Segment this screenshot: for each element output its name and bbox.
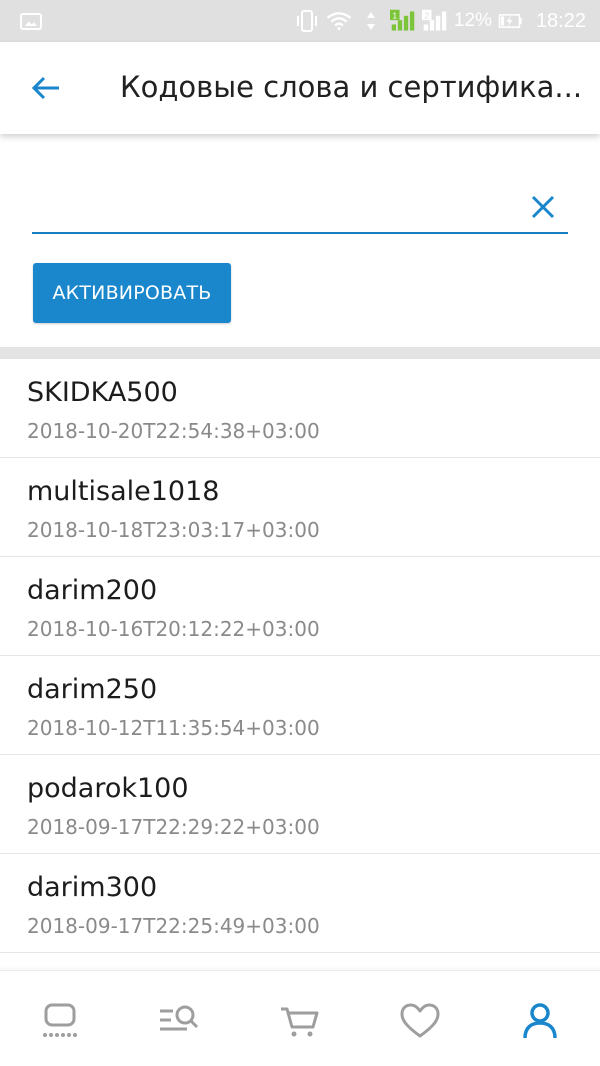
code-input-field bbox=[32, 180, 568, 234]
section-divider bbox=[0, 347, 600, 359]
battery-charging-icon bbox=[498, 8, 524, 34]
list-item[interactable]: podarok100 2018-09-17T22:29:22+03:00 bbox=[0, 755, 600, 854]
nav-favorites-button[interactable] bbox=[398, 999, 442, 1043]
code-date: 2018-10-20T22:54:38+03:00 bbox=[27, 419, 320, 443]
list-item[interactable]: darim250 2018-10-12T11:35:54+03:00 bbox=[0, 656, 600, 755]
gallery-notification-icon bbox=[20, 13, 42, 30]
battery-percent: 12% bbox=[453, 10, 492, 31]
nav-profile-button[interactable] bbox=[518, 999, 562, 1043]
status-icons: 1 2 12% 18:22 bbox=[294, 8, 586, 34]
code-name: multisale1018 bbox=[27, 476, 220, 507]
page-title: Кодовые слова и сертифика... bbox=[120, 70, 583, 104]
code-name: darim250 bbox=[27, 674, 158, 705]
sim2-label: 2 bbox=[424, 10, 429, 20]
list-item[interactable]: multisale1018 2018-10-18T23:03:17+03:00 bbox=[0, 458, 600, 557]
close-icon bbox=[531, 195, 555, 219]
code-date: 2018-09-17T22:25:49+03:00 bbox=[27, 914, 320, 938]
nav-catalog-search-button[interactable] bbox=[157, 999, 201, 1043]
code-name: darim300 bbox=[27, 872, 158, 903]
code-name: darim200 bbox=[27, 575, 158, 606]
cart-icon bbox=[281, 1007, 319, 1037]
profile-icon bbox=[523, 1003, 557, 1039]
code-date: 2018-10-16T20:12:22+03:00 bbox=[27, 617, 320, 641]
clear-button[interactable] bbox=[526, 190, 560, 224]
back-button[interactable] bbox=[22, 66, 70, 110]
nav-home-button[interactable] bbox=[38, 999, 82, 1043]
home-icon bbox=[43, 1003, 77, 1037]
app-bar: Кодовые слова и сертифика... bbox=[0, 42, 600, 134]
catalog-search-icon bbox=[160, 1005, 199, 1031]
arrow-back-icon bbox=[31, 76, 59, 100]
vibrate-icon bbox=[294, 8, 320, 34]
list-item[interactable]: darim200 2018-10-16T20:12:22+03:00 bbox=[0, 557, 600, 656]
code-list: SKIDKA500 2018-10-20T22:54:38+03:00 mult… bbox=[0, 359, 600, 953]
status-bar: 1 2 12% 18:22 bbox=[0, 0, 600, 42]
code-date: 2018-09-17T22:29:22+03:00 bbox=[27, 815, 320, 839]
sim1-label: 1 bbox=[392, 10, 397, 20]
clock: 18:22 bbox=[535, 9, 586, 32]
data-transfer-icon bbox=[358, 8, 384, 34]
code-date: 2018-10-18T23:03:17+03:00 bbox=[27, 518, 320, 542]
sim1-signal-icon: 1 bbox=[389, 8, 416, 34]
activate-button[interactable]: АКТИВИРОВАТЬ bbox=[33, 263, 231, 323]
wifi-icon bbox=[326, 8, 352, 34]
list-item[interactable]: SKIDKA500 2018-10-20T22:54:38+03:00 bbox=[0, 359, 600, 458]
sim2-signal-icon: 2 bbox=[421, 8, 448, 34]
code-input[interactable] bbox=[32, 180, 502, 230]
list-item[interactable]: darim300 2018-09-17T22:25:49+03:00 bbox=[0, 854, 600, 953]
bottom-navigation bbox=[0, 970, 600, 1066]
code-name: podarok100 bbox=[27, 773, 189, 804]
nav-cart-button[interactable] bbox=[278, 999, 322, 1043]
favorites-heart-icon bbox=[400, 1003, 440, 1038]
code-date: 2018-10-12T11:35:54+03:00 bbox=[27, 716, 320, 740]
code-name: SKIDKA500 bbox=[27, 377, 178, 408]
